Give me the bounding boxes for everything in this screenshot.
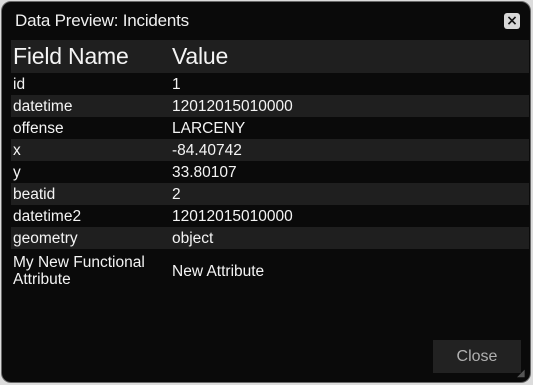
table-row: geometry object [11,227,529,249]
table-row: datetime2 12012015010000 [11,205,529,227]
table-row: y 33.80107 [11,161,529,183]
field-name-cell: offense [13,119,64,137]
table-row: offense LARCENY [11,117,529,139]
value-cell: object [172,229,214,247]
field-name-cell: id [13,75,26,93]
value-cell: 1 [172,75,181,93]
data-preview-dialog: Data Preview: Incidents × Field Name Val… [1,1,531,383]
field-name-cell: beatid [13,185,56,203]
table-row: x -84.40742 [11,139,529,161]
close-button[interactable]: Close [433,340,521,373]
value-cell: 12012015010000 [172,97,293,115]
resize-handle-icon[interactable]: ◢ [517,369,527,379]
field-name-cell: datetime [13,97,73,115]
field-name-cell: geometry [13,229,78,247]
value-cell: 33.80107 [172,163,237,181]
value-cell: 2 [172,185,181,203]
value-cell: LARCENY [172,119,246,137]
table-row: datetime 12012015010000 [11,95,529,117]
field-name-cell: datetime2 [13,207,82,225]
value-cell: 12012015010000 [172,207,293,225]
preview-table: Field Name Value id 1 datetime 120120150… [11,40,529,293]
close-icon[interactable]: × [504,13,520,29]
field-name-cell: My New Functional Attribute [13,254,145,288]
column-header-field-name: Field Name [13,43,129,69]
field-name-cell: x [13,141,21,159]
table-row: id 1 [11,73,529,95]
dialog-title: Data Preview: Incidents [15,11,189,30]
value-cell: New Attribute [172,262,265,280]
table-row: My New Functional Attribute New Attribut… [11,249,529,293]
table-row: beatid 2 [11,183,529,205]
value-cell: -84.40742 [172,141,242,159]
column-header-value: Value [172,43,229,69]
table-header-row: Field Name Value [11,40,529,73]
field-name-cell: y [13,163,21,181]
dialog-titlebar[interactable]: Data Preview: Incidents × [2,2,530,38]
